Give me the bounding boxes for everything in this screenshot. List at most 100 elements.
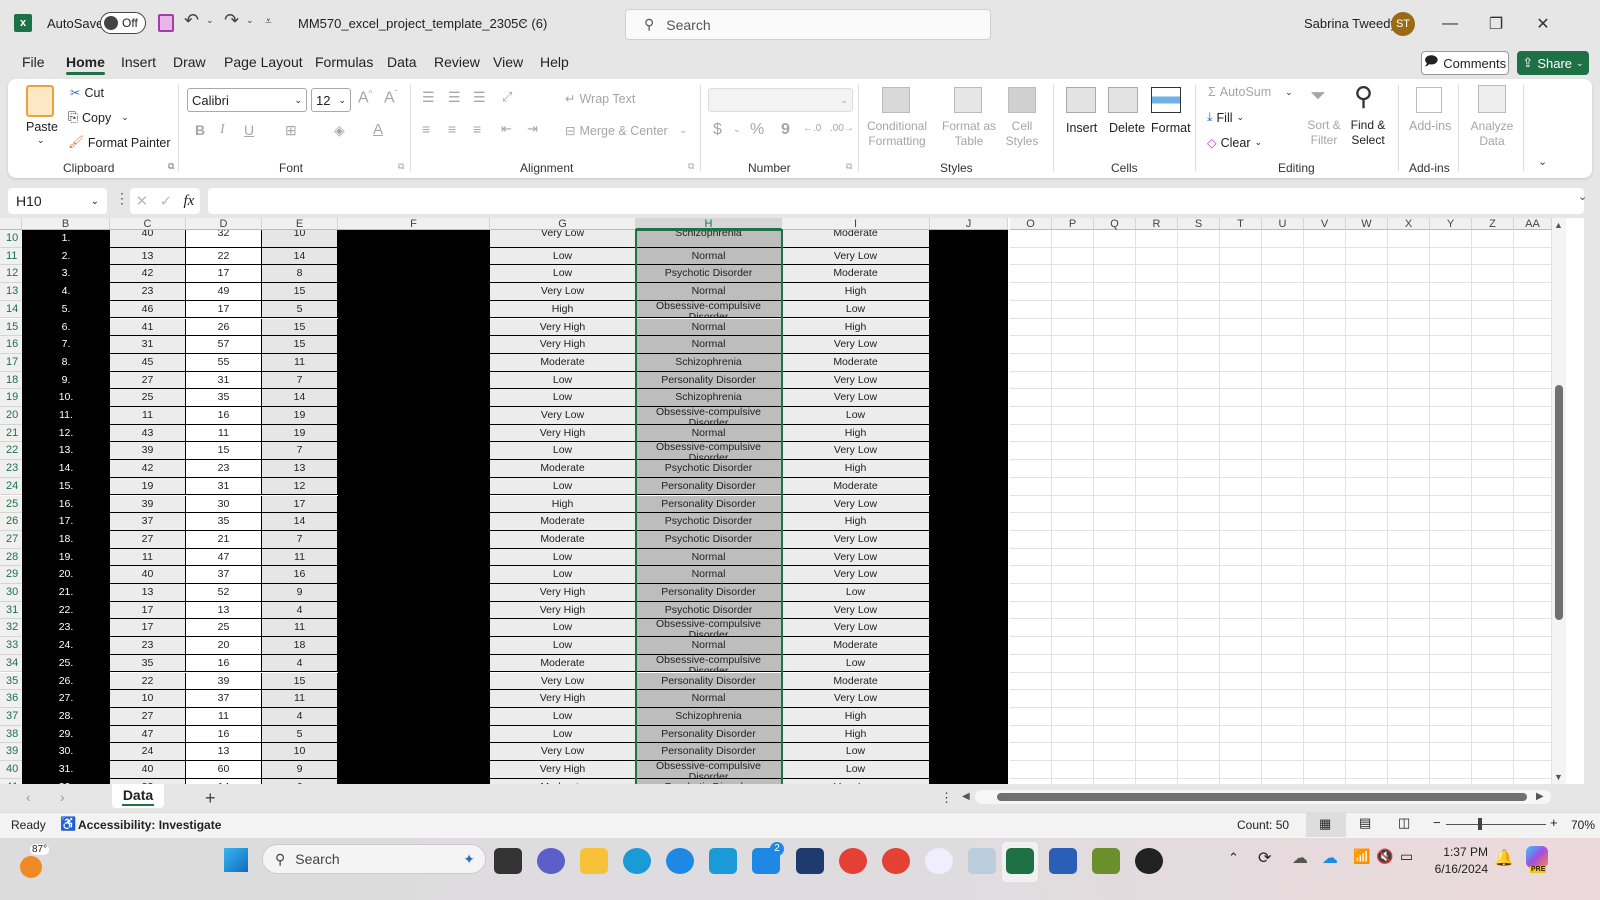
cell-h[interactable]: Personality Disorder: [636, 672, 782, 691]
cell-h[interactable]: Obsessive-compulsive Disorder: [636, 761, 782, 779]
zoom-level[interactable]: 70%: [1571, 818, 1595, 832]
increase-indent-icon[interactable]: ⇥: [527, 121, 538, 137]
cell-h[interactable]: Personality Disorder: [636, 371, 782, 390]
column-header-e[interactable]: E: [262, 218, 338, 230]
cell-i[interactable]: Low: [782, 654, 930, 673]
borders-icon[interactable]: ⊞: [285, 122, 297, 139]
redo-dropdown-icon[interactable]: ⌄: [246, 15, 254, 26]
cell-e[interactable]: 15: [262, 336, 338, 354]
cell-d[interactable]: 25: [186, 619, 262, 638]
cell-c[interactable]: 43: [110, 424, 186, 443]
copilot-icon[interactable]: [1526, 846, 1548, 868]
cell-i[interactable]: Very Low: [782, 336, 930, 354]
cell-i[interactable]: Very Low: [782, 530, 930, 549]
solitaire-icon[interactable]: [968, 848, 996, 874]
row-header[interactable]: 39: [0, 743, 22, 761]
column-header-i[interactable]: I: [782, 218, 930, 230]
cell-d[interactable]: 30: [186, 495, 262, 514]
row-header[interactable]: 31: [0, 601, 22, 620]
cell-g[interactable]: Very High: [490, 336, 636, 354]
sync-icon[interactable]: ⟳: [1258, 848, 1271, 868]
spreadsheet-grid[interactable]: B C D E F G H I J O P Q R S T U V W X Y Z AA 10 1. 40 32 10 Very L…: [0, 218, 1584, 784]
cell-c[interactable]: 41: [110, 318, 186, 337]
row-header[interactable]: 15: [0, 318, 22, 337]
cell-c[interactable]: 40: [110, 230, 186, 248]
row-header[interactable]: 10: [0, 230, 22, 248]
conditional-formatting-icon[interactable]: [882, 87, 910, 113]
cell-d[interactable]: 20: [186, 637, 262, 655]
bold-button[interactable]: B: [195, 122, 205, 138]
cell-e[interactable]: 14: [262, 247, 338, 266]
tab-page-layout[interactable]: Page Layout: [224, 54, 303, 70]
delete-cells-button[interactable]: Delete: [1109, 121, 1145, 135]
cell-i[interactable]: Very Low: [782, 690, 930, 708]
cell-b[interactable]: 2.: [22, 248, 110, 266]
addins-icon[interactable]: [1416, 87, 1442, 113]
sort-filter-icon[interactable]: ⏷: [1310, 85, 1326, 108]
cell-d[interactable]: 31: [186, 477, 262, 496]
cell-h[interactable]: Obsessive-compulsive Disorder: [636, 654, 782, 673]
column-header-b[interactable]: B: [22, 218, 110, 230]
cell-b[interactable]: 27.: [22, 690, 110, 708]
accessibility-status[interactable]: Accessibility: Investigate: [78, 818, 221, 832]
cell-h[interactable]: Normal: [636, 690, 782, 708]
next-sheet-icon[interactable]: ›: [60, 789, 65, 805]
select-all-corner[interactable]: [0, 218, 22, 230]
format-cells-button[interactable]: Format: [1151, 121, 1191, 135]
cell-d[interactable]: 52: [186, 584, 262, 602]
decrease-decimal-icon[interactable]: .00→: [830, 123, 854, 134]
scroll-right-icon[interactable]: ▶: [1536, 791, 1544, 802]
row-header[interactable]: 36: [0, 690, 22, 708]
cell-i[interactable]: Moderate: [782, 353, 930, 372]
align-top-icon[interactable]: ☰: [422, 89, 435, 106]
cell-b[interactable]: 7.: [22, 336, 110, 354]
microsoft-store-icon[interactable]: [796, 848, 824, 874]
windows-start-icon[interactable]: [224, 848, 248, 872]
cell-e[interactable]: 15: [262, 318, 338, 337]
fill-button[interactable]: ⤓ Fill ⌄: [1207, 110, 1244, 125]
clock-time[interactable]: 1:37 PM: [1443, 845, 1488, 859]
cell-h[interactable]: Obsessive-compulsive Disorder: [636, 442, 782, 461]
sheet-tab-data[interactable]: Data: [112, 784, 164, 808]
cell-h[interactable]: Psychotic Disorder: [636, 601, 782, 620]
cell-g[interactable]: Moderate: [490, 530, 636, 549]
column-header-j[interactable]: J: [930, 218, 1008, 230]
cell-g[interactable]: Low: [490, 371, 636, 390]
row-header[interactable]: 23: [0, 460, 22, 478]
row-header[interactable]: 29: [0, 566, 22, 584]
clipboard-launcher-icon[interactable]: ⧉: [168, 161, 174, 172]
cell-b[interactable]: 14.: [22, 460, 110, 478]
cell-e[interactable]: 5: [262, 725, 338, 744]
tab-formulas[interactable]: Formulas: [315, 54, 373, 70]
row-header[interactable]: 34: [0, 654, 22, 673]
column-header-p[interactable]: P: [1052, 218, 1094, 230]
align-middle-icon[interactable]: ☰: [448, 89, 461, 106]
format-painter-button[interactable]: 🖌 Format Painter: [68, 135, 171, 150]
cell-c[interactable]: 31: [110, 336, 186, 354]
cell-c[interactable]: 46: [110, 300, 186, 319]
cell-g[interactable]: Low: [490, 389, 636, 407]
cell-c[interactable]: 22: [110, 672, 186, 691]
cancel-icon[interactable]: ✕: [136, 192, 149, 210]
volume-muted-icon[interactable]: 🔇: [1376, 848, 1393, 865]
horizontal-scroll-thumb[interactable]: [997, 793, 1527, 801]
customize-qat-icon[interactable]: ⩡: [265, 14, 272, 29]
cell-h[interactable]: Psychotic Disorder: [636, 530, 782, 549]
column-header-z[interactable]: Z: [1472, 218, 1514, 230]
tab-view[interactable]: View: [493, 54, 523, 70]
name-box[interactable]: H10 ⌄: [8, 188, 107, 214]
cell-c[interactable]: 23: [110, 637, 186, 655]
cell-i[interactable]: High: [782, 725, 930, 744]
notification-bell-icon[interactable]: 🔔: [1494, 848, 1514, 868]
cell-h[interactable]: Personality Disorder: [636, 725, 782, 744]
cell-c[interactable]: 10: [110, 690, 186, 708]
cell-e[interactable]: 10: [262, 230, 338, 248]
onedrive-icon[interactable]: ☁: [1322, 848, 1338, 868]
cell-e[interactable]: 7: [262, 371, 338, 390]
cell-e[interactable]: 12: [262, 477, 338, 496]
cell-i[interactable]: Very Low: [782, 619, 930, 638]
cell-g[interactable]: Very High: [490, 601, 636, 620]
autosave-toggle[interactable]: Off: [100, 12, 146, 34]
chatgpt-icon[interactable]: [1135, 848, 1163, 874]
cell-g[interactable]: Low: [490, 265, 636, 284]
